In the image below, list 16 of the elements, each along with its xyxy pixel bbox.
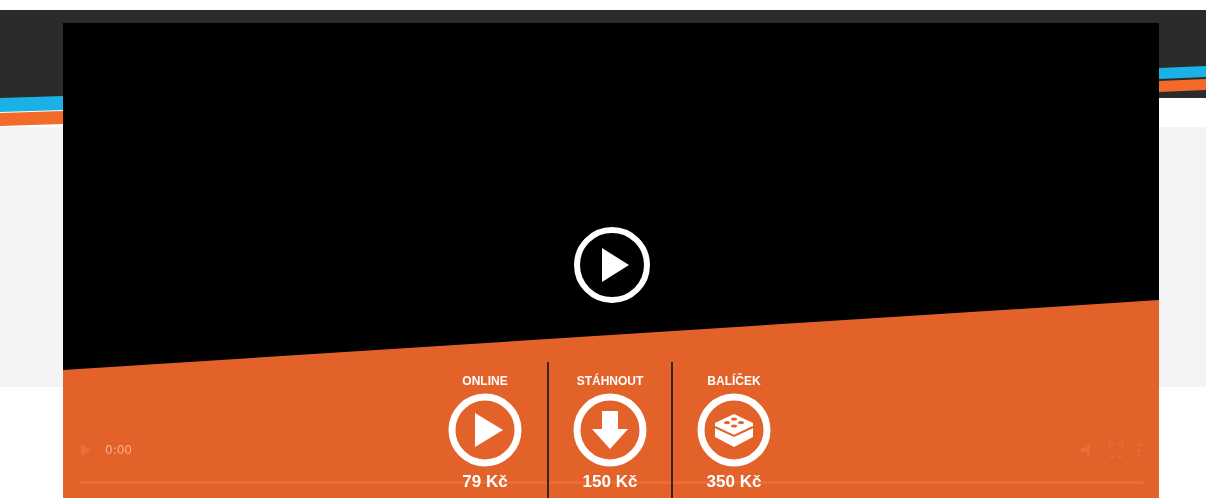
option-label: BALÍČEK (707, 374, 761, 388)
play-icon (447, 392, 523, 468)
stripe-decoration (0, 96, 63, 126)
option-button[interactable] (447, 392, 523, 468)
option-button[interactable] (696, 392, 772, 468)
option-label: ONLINE (462, 374, 508, 388)
option-label: STÁHNOUT (576, 374, 644, 388)
option-button[interactable] (572, 392, 648, 468)
time-display: 0:00 (105, 443, 132, 457)
price: 79 Kč (462, 472, 508, 492)
download-icon (572, 392, 648, 468)
stripe-decoration (1159, 66, 1206, 92)
box-icon (696, 392, 772, 468)
play-button[interactable] (573, 226, 651, 304)
price: 150 Kč (582, 472, 638, 492)
price: 350 Kč (706, 472, 762, 492)
